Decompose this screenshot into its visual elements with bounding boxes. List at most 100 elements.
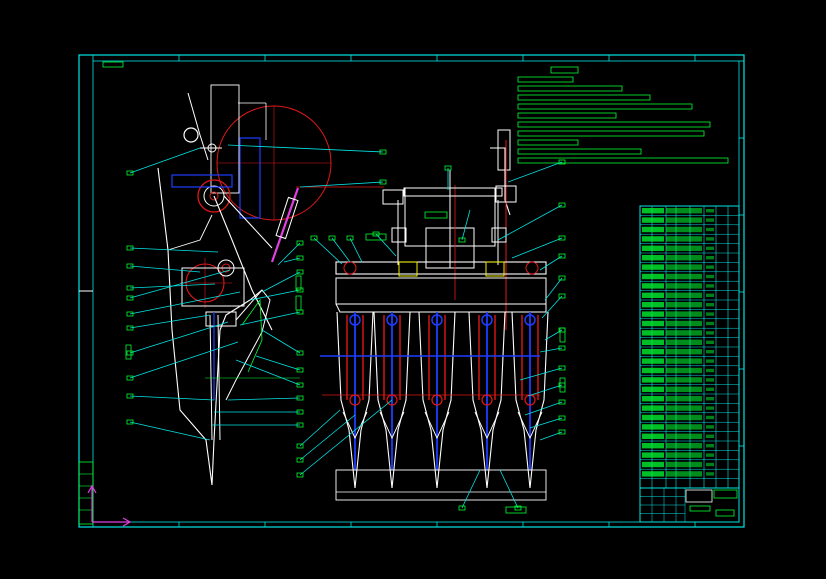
parts-list-cell [642, 217, 664, 223]
parts-list-cell [666, 255, 702, 261]
parts-list-cell [706, 256, 714, 260]
parts-list-cell [642, 461, 664, 468]
parts-list-cell [706, 387, 714, 391]
parts-list-cell [666, 302, 702, 308]
parts-list-cell [706, 340, 714, 344]
parts-list-cell [706, 368, 714, 373]
parts-list-cell [666, 405, 702, 411]
leader-line [239, 311, 301, 326]
leader-line [277, 242, 301, 266]
part-callouts [125, 144, 566, 514]
leader-line [349, 237, 363, 263]
note-line [517, 85, 623, 92]
note-line [517, 121, 711, 128]
leader-line [519, 367, 563, 381]
note-line [517, 157, 729, 164]
parts-list-cell [706, 434, 714, 438]
drawing-number-cell [713, 489, 738, 499]
note-line [517, 130, 705, 137]
scale-cell [689, 505, 711, 512]
parts-list-cell [642, 433, 664, 439]
leader-line [511, 237, 563, 259]
parts-list-cell [706, 462, 714, 467]
leader-line [299, 399, 393, 476]
parts-list-cell [706, 378, 714, 382]
leader-line [129, 147, 201, 174]
parts-list-cell [706, 209, 714, 213]
leader-line [129, 265, 201, 273]
parts-list-cell [642, 330, 664, 336]
leader-line [255, 355, 301, 371]
parts-list-cell [666, 461, 702, 468]
front-elevation-view [320, 129, 549, 501]
leader-line [507, 161, 563, 183]
note-line [517, 139, 579, 146]
parts-list-cell [706, 246, 714, 250]
leader-line [499, 469, 519, 509]
parts-list-cell [666, 245, 702, 251]
sheet-cell [715, 509, 735, 517]
leader-line [129, 247, 219, 253]
callout-tag-stack [559, 327, 566, 343]
callout-balloon [365, 233, 387, 241]
parts-list-cell [642, 443, 664, 449]
parts-list-cell [666, 386, 702, 392]
parts-list-cell [642, 311, 664, 317]
leader-line [544, 277, 563, 301]
leader-line [129, 321, 229, 354]
parts-list-cell [666, 358, 702, 364]
parts-list-cell [642, 208, 664, 214]
leader-line [461, 469, 481, 509]
leader-line [529, 417, 563, 429]
parts-list-cell [642, 292, 664, 298]
parts-list-cell [642, 377, 664, 383]
parts-list-cell [642, 339, 664, 345]
parts-list-cell [666, 414, 702, 421]
leader-line [497, 204, 563, 241]
parts-list-cell [706, 453, 714, 457]
parts-list-cell [642, 264, 664, 270]
parts-list-cell [706, 265, 714, 269]
parts-list-cell [666, 264, 702, 270]
parts-list-cell [666, 339, 702, 345]
parts-list-cell [706, 218, 714, 222]
drawing-name-cell [685, 489, 713, 503]
leader-line [261, 271, 301, 293]
parts-list-cell [666, 367, 702, 374]
leader-line [227, 397, 301, 401]
parts-list-cell [666, 273, 702, 280]
parts-list-cell [666, 217, 702, 223]
parts-list-cell [666, 283, 702, 289]
parts-list-cell [706, 303, 714, 307]
parts-list-cell [666, 433, 702, 439]
leader-line [227, 144, 384, 153]
leader-line [129, 341, 239, 379]
parts-list-cell [666, 377, 702, 383]
parts-list-cell [666, 236, 702, 242]
parts-list-cell [706, 321, 714, 326]
parts-list-cell [666, 349, 702, 355]
note-line [517, 76, 574, 83]
parts-list-cell [706, 397, 714, 401]
parts-list-cell [666, 330, 702, 336]
note-line [517, 112, 617, 119]
parts-list-table [639, 205, 740, 489]
parts-list-cell [706, 293, 714, 297]
leader-line [313, 237, 343, 265]
cad-drawing-sheet [78, 54, 745, 528]
parts-list-cell [642, 471, 664, 477]
parts-list-cell [666, 320, 702, 327]
leader-line [299, 181, 384, 188]
parts-list-cell [642, 273, 664, 280]
callout-tag-stack [295, 295, 302, 311]
leader-line [129, 395, 215, 401]
row-units [336, 311, 549, 489]
parts-list-cell [706, 444, 714, 448]
note-line [517, 148, 642, 155]
parts-list-cell [642, 414, 664, 421]
parts-list-cell [642, 396, 664, 402]
leader-line [129, 314, 211, 329]
parts-list-cell [706, 331, 714, 335]
parts-list-cell [706, 227, 714, 232]
parts-list-cell [642, 405, 664, 411]
